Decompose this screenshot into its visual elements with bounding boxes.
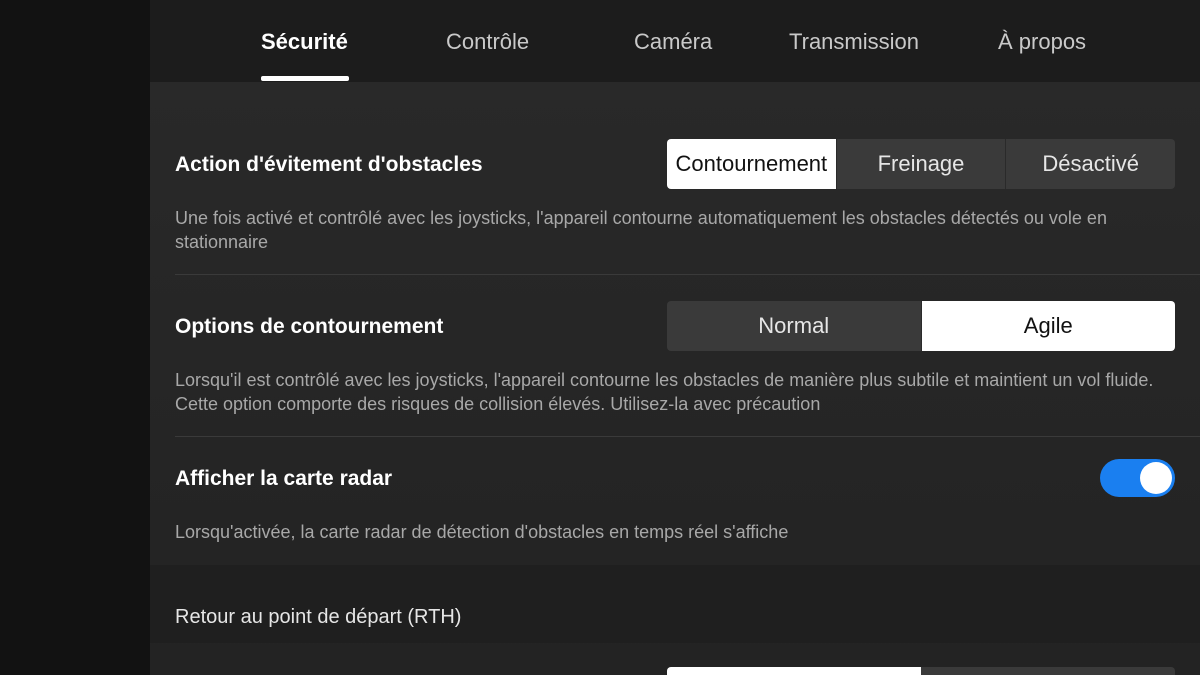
option-freinage[interactable]: Freinage <box>835 139 1006 189</box>
option-contournement[interactable]: Contournement <box>667 139 836 189</box>
tab-controle[interactable]: Contrôle <box>446 27 529 57</box>
tab-securite[interactable]: Sécurité <box>261 27 348 57</box>
toggle-knob <box>1140 462 1172 494</box>
tab-bar: Sécurité Contrôle Caméra Transmission À … <box>150 0 1200 82</box>
radar-map-toggle[interactable] <box>1100 459 1175 497</box>
tab-transmission[interactable]: Transmission <box>789 27 919 57</box>
rth-option-selected[interactable] <box>667 667 921 675</box>
rth-selector-partial[interactable] <box>667 667 1175 675</box>
tab-camera[interactable]: Caméra <box>634 27 712 57</box>
tab-a-propos[interactable]: À propos <box>998 27 1086 57</box>
option-desactive[interactable]: Désactivé <box>1005 139 1175 189</box>
bypass-options-description: Lorsqu'il est contrôlé avec les joystick… <box>175 370 1154 414</box>
rth-section-label: Retour au point de départ (RTH) <box>175 606 462 628</box>
rth-option[interactable] <box>921 667 1175 675</box>
radar-map-description: Lorsqu'activée, la carte radar de détect… <box>175 522 789 542</box>
left-strip <box>0 0 150 675</box>
active-tab-indicator <box>261 76 349 81</box>
divider <box>175 436 1200 437</box>
divider <box>175 274 1200 275</box>
obstacle-action-title: Action d'évitement d'obstacles <box>175 153 483 176</box>
settings-panel: Sécurité Contrôle Caméra Transmission À … <box>150 0 1200 675</box>
option-agile[interactable]: Agile <box>920 301 1175 351</box>
obstacle-action-selector: Contournement Freinage Désactivé <box>667 139 1175 189</box>
bypass-options-title: Options de contournement <box>175 315 444 338</box>
rth-section-header <box>150 565 1200 643</box>
bypass-options-selector: Normal Agile <box>667 301 1175 351</box>
option-normal[interactable]: Normal <box>667 301 921 351</box>
radar-map-title: Afficher la carte radar <box>175 467 393 490</box>
obstacle-action-description: Une fois activé et contrôlé avec les joy… <box>175 208 1107 252</box>
